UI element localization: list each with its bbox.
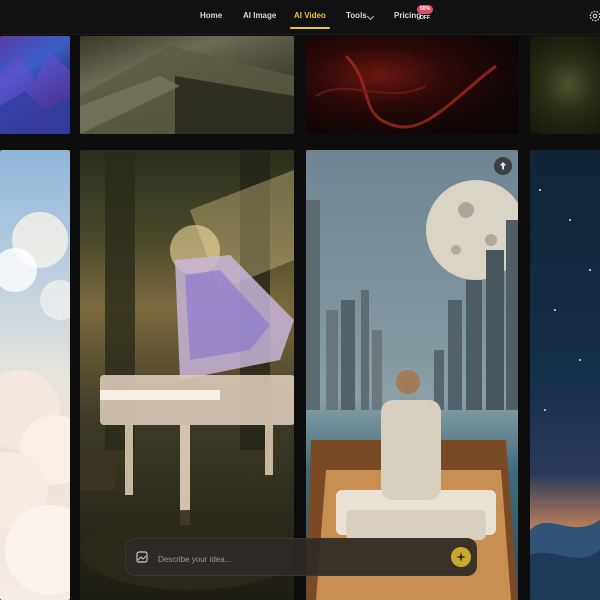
chevron-down-icon[interactable] bbox=[366, 12, 375, 21]
nav-ai-image[interactable]: AI Image bbox=[243, 11, 276, 20]
pin-icon bbox=[500, 162, 506, 170]
gear-icon[interactable] bbox=[588, 9, 600, 23]
nav-tools[interactable]: Tools bbox=[346, 11, 367, 20]
gallery-tile-city-moon-boat[interactable] bbox=[306, 150, 518, 600]
gallery-tile-crystal-piano[interactable] bbox=[80, 150, 294, 600]
sparkle-icon bbox=[456, 552, 466, 562]
prompt-bar bbox=[125, 538, 477, 576]
gallery-tile-clouds[interactable] bbox=[0, 150, 70, 600]
prompt-input[interactable] bbox=[156, 549, 440, 569]
generate-button[interactable] bbox=[451, 547, 471, 567]
gallery-tile-purple-landscape[interactable] bbox=[0, 36, 70, 134]
nav-home[interactable]: Home bbox=[200, 11, 222, 20]
gallery-tile-night-sky-waves[interactable] bbox=[530, 150, 600, 600]
pin-button[interactable] bbox=[494, 157, 512, 175]
top-navigation-bar: Home AI Image AI Video Tools Pricing 50%… bbox=[0, 0, 600, 35]
gallery-tile-red-lava[interactable] bbox=[306, 36, 518, 134]
pricing-discount-badge: 50% OFF bbox=[417, 5, 433, 21]
nav-ai-video[interactable]: AI Video bbox=[294, 11, 326, 20]
active-tab-indicator bbox=[290, 27, 330, 29]
image-icon[interactable] bbox=[136, 551, 148, 563]
gallery-tile-forest-lights[interactable] bbox=[530, 36, 600, 134]
gallery-tile-stone-rooftop[interactable] bbox=[80, 36, 294, 134]
